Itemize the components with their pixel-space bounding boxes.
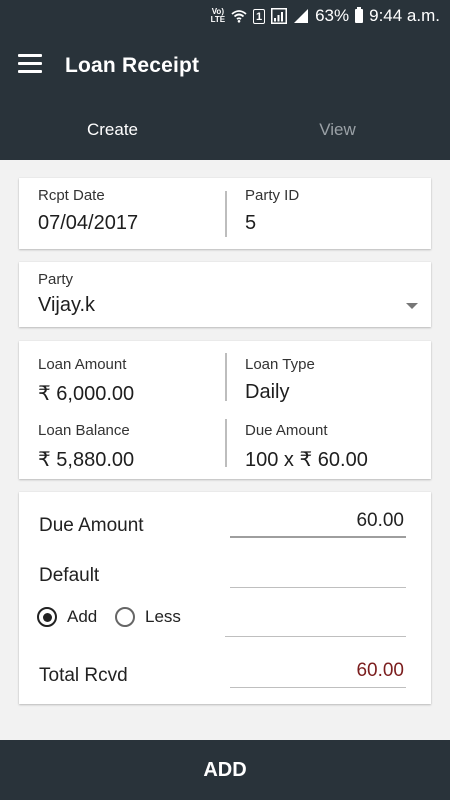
rcpt-date-value: 07/04/2017 <box>38 212 139 234</box>
volte-bottom-text: LTE <box>210 15 226 24</box>
dropdown-arrow-icon[interactable] <box>406 303 418 309</box>
radio-add-label: Add <box>67 607 98 626</box>
divider <box>225 419 227 467</box>
loan-amount-label: Loan Amount <box>38 356 127 373</box>
party-id-value: 5 <box>245 212 257 234</box>
due-amount-info-value: 100 x ₹ 60.00 <box>245 449 368 471</box>
volte-icon: Vo) LTE <box>211 8 226 24</box>
loan-type-value: Daily <box>245 381 290 403</box>
divider <box>225 353 227 401</box>
party-card[interactable]: Party Vijay.k <box>19 262 431 327</box>
tab-view[interactable]: View <box>225 100 450 160</box>
radio-less[interactable]: Less <box>115 607 181 627</box>
default-input[interactable] <box>230 560 406 588</box>
loan-amount-value: ₹ 6,000.00 <box>38 383 135 405</box>
party-label: Party <box>38 271 74 288</box>
battery-percent: 63% <box>315 6 350 25</box>
rcpt-date-field[interactable]: Rcpt Date 07/04/2017 <box>38 187 138 235</box>
menu-icon[interactable] <box>18 54 42 74</box>
loan-balance-value: ₹ 5,880.00 <box>38 449 135 471</box>
battery-icon <box>355 7 364 23</box>
signal-icon <box>271 8 288 24</box>
add-button[interactable]: ADD <box>0 740 450 800</box>
loan-type-field: Loan Type Daily <box>245 356 315 404</box>
page-title: Loan Receipt <box>65 54 200 77</box>
due-amount-input[interactable]: 60.00 <box>230 510 406 538</box>
party-value: Vijay.k <box>38 294 96 316</box>
rcpt-date-label: Rcpt Date <box>38 187 105 204</box>
radio-less-circle-icon[interactable] <box>115 607 135 627</box>
sim-1-icon: 1 <box>253 8 266 24</box>
radio-add[interactable]: Add <box>37 607 97 627</box>
wifi-icon <box>231 10 247 23</box>
payment-form-card: Due Amount 60.00 Default Add Less Total … <box>19 492 431 704</box>
loan-balance-field: Loan Balance ₹ 5,880.00 <box>38 422 134 472</box>
party-id-label: Party ID <box>245 187 300 204</box>
loan-type-label: Loan Type <box>245 356 315 373</box>
loan-amount-field: Loan Amount ₹ 6,000.00 <box>38 356 134 406</box>
loan-balance-label: Loan Balance <box>38 422 130 439</box>
status-icons: Vo) LTE 1 63% 9:44 a.m. <box>211 0 440 32</box>
due-amount-info-field: Due Amount 100 x ₹ 60.00 <box>245 422 368 472</box>
receipt-card: Rcpt Date 07/04/2017 Party ID 5 <box>19 178 431 249</box>
divider <box>225 191 227 237</box>
cell-signal-icon <box>294 9 309 23</box>
radio-less-label: Less <box>145 607 181 626</box>
clock: 9:44 a.m. <box>369 6 440 25</box>
tab-create[interactable]: Create <box>0 100 225 160</box>
adjust-amount-input[interactable] <box>225 608 406 637</box>
due-amount-info-label: Due Amount <box>245 422 328 439</box>
app-bar: Loan Receipt <box>0 32 450 100</box>
tab-bar: Create View <box>0 100 450 160</box>
total-rcvd-label: Total Rcvd <box>39 665 128 686</box>
party-id-field: Party ID 5 <box>245 187 299 235</box>
party-select[interactable]: Party Vijay.k <box>38 271 95 317</box>
default-label: Default <box>39 565 100 586</box>
due-amount-label: Due Amount <box>39 515 144 536</box>
total-rcvd-input[interactable]: 60.00 <box>230 660 406 688</box>
loan-card: Loan Amount ₹ 6,000.00 Loan Type Daily L… <box>19 341 431 479</box>
radio-add-circle-icon[interactable] <box>37 607 57 627</box>
status-bar: Vo) LTE 1 63% 9:44 a.m. <box>0 0 450 32</box>
